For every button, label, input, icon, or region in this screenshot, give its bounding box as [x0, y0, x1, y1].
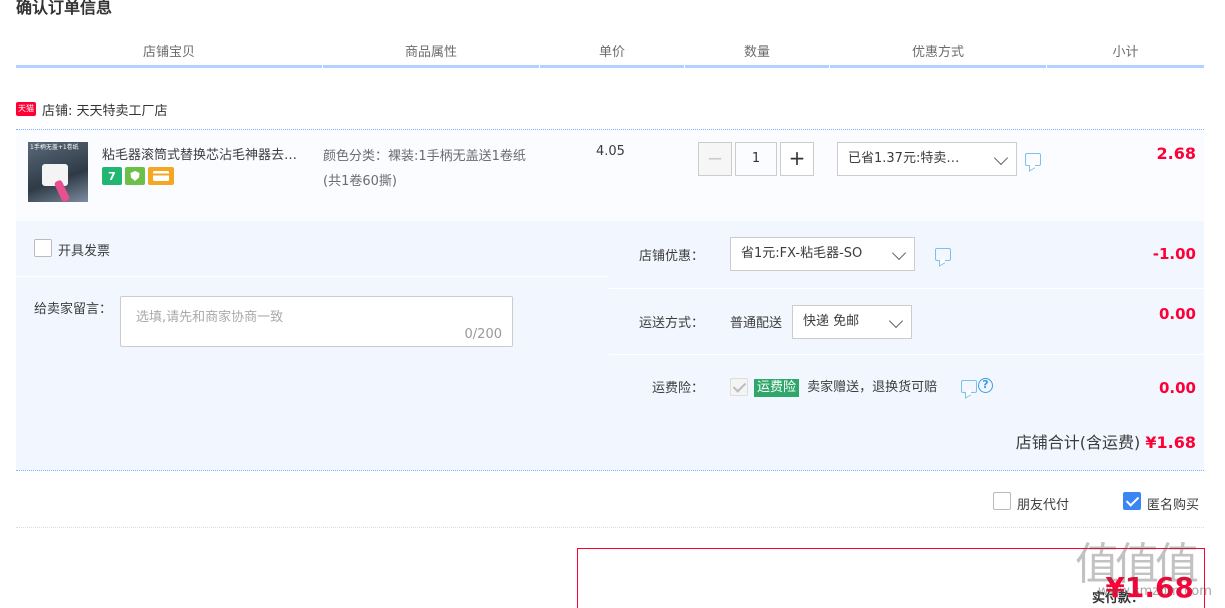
insurance-label: 运费险： [651, 381, 704, 396]
product-attributes: 颜色分类：裸装:1手柄无盖送1卷纸(共1卷60撕) [323, 149, 526, 189]
col-promo: 优惠方式 [830, 38, 1046, 68]
insurance-row: 运费险： 运费险 卖家赠送，退换货可赔 ? 0.00 [609, 355, 1204, 408]
col-unit-price: 单价 [540, 38, 684, 68]
shop-options: 店铺优惠： 省1元:FX-粘毛器-SO -1.00 运送方式： 普通配送 快递 … [609, 221, 1204, 408]
friend-pay-checkbox[interactable] [993, 492, 1011, 510]
payment-extras: 朋友代付 匿名购买 [16, 480, 1204, 528]
order-options-panel: 开具发票 给卖家留言： 选填,请先和商家协商一致 0/200 店铺优惠： 省1元… [16, 221, 1204, 471]
chat-icon[interactable] [935, 248, 951, 261]
friend-pay-label: 朋友代付 [1017, 498, 1070, 513]
seller-message-input[interactable]: 选填,请先和商家协商一致 0/200 [120, 296, 513, 347]
quantity-stepper: − 1 + [698, 142, 814, 176]
guarantee-icon[interactable] [125, 167, 145, 185]
shipping-value: 快递 免邮 [803, 314, 860, 329]
shop-discount-row: 店铺优惠： 省1元:FX-粘毛器-SO -1.00 [609, 221, 1204, 289]
shop-total-amount: ¥1.68 [1145, 433, 1196, 452]
shop-discount-amount: -1.00 [1152, 245, 1196, 263]
insurance-tag: 运费险 [754, 379, 800, 397]
chevron-down-icon [888, 313, 904, 329]
shop-name[interactable]: 店铺: 天天特卖工厂店 [42, 100, 168, 119]
col-shop-item: 店铺宝贝 [16, 38, 322, 68]
insurance-text: 卖家赠送，退换货可赔 [807, 380, 938, 395]
shipping-type: 普通配送 [730, 316, 783, 331]
invoice-row: 开具发票 [16, 221, 608, 277]
seven-day-return-icon[interactable]: 7 [102, 167, 122, 185]
message-label: 给卖家留言： [34, 302, 113, 317]
shop-discount-value: 省1元:FX-粘毛器-SO [741, 246, 863, 261]
chat-icon[interactable] [1025, 153, 1041, 166]
message-placeholder: 选填,请先和商家协商一致 [136, 310, 284, 325]
unit-price: 4.05 [596, 144, 625, 159]
credit-card-icon[interactable] [148, 167, 174, 185]
product-title[interactable]: 粘毛器滚筒式替换芯沾毛神器去… [102, 144, 322, 163]
thumbnail-caption: 1手柄无盖+1卷纸 [30, 144, 79, 151]
watermark-url: www.smzdm.com [1098, 584, 1212, 599]
product-thumbnail[interactable]: 1手柄无盖+1卷纸 [28, 142, 88, 202]
promo-select[interactable]: 已省1.37元:特卖… [837, 142, 1017, 176]
shop-total-label: 店铺合计(含运费) [1015, 433, 1141, 452]
chevron-down-icon [993, 150, 1009, 166]
anonymous-label: 匿名购买 [1147, 498, 1200, 513]
col-subtotal: 小计 [1047, 38, 1204, 68]
column-header: 店铺宝贝 商品属性 单价 数量 优惠方式 小计 [16, 38, 1204, 68]
insurance-amount: 0.00 [1158, 379, 1196, 397]
shop-discount-label: 店铺优惠： [638, 249, 704, 264]
invoice-label: 开具发票 [58, 244, 111, 259]
page-title: 确认订单信息 [16, 0, 113, 17]
message-char-count: 0/200 [464, 327, 502, 342]
shop-discount-select[interactable]: 省1元:FX-粘毛器-SO [730, 237, 915, 271]
invoice-checkbox[interactable] [34, 239, 52, 257]
tmall-icon: 天猫 [16, 102, 36, 116]
increase-quantity-button[interactable]: + [780, 142, 814, 176]
insurance-line: 运费险 卖家赠送，退换货可赔 [754, 376, 937, 397]
shipping-label: 运送方式： [638, 316, 704, 331]
shop-total: 店铺合计(含运费) ¥1.68 [1016, 429, 1196, 453]
shipping-row: 运送方式： 普通配送 快递 免邮 0.00 [609, 289, 1204, 355]
chat-icon[interactable] [961, 380, 977, 393]
help-icon[interactable]: ? [978, 378, 993, 393]
buyer-options: 开具发票 给卖家留言： 选填,请先和商家协商一致 0/200 [16, 221, 608, 408]
shipping-amount: 0.00 [1158, 305, 1196, 323]
col-quantity: 数量 [685, 38, 829, 68]
promo-select-value: 已省1.37元:特卖… [848, 151, 960, 166]
chevron-down-icon [891, 245, 907, 261]
insurance-checkbox [730, 378, 748, 396]
decrease-quantity-button[interactable]: − [698, 142, 732, 176]
shipping-select[interactable]: 快递 免邮 [792, 305, 912, 339]
col-attr: 商品属性 [323, 38, 539, 68]
item-subtotal: 2.68 [1156, 144, 1196, 163]
quantity-input[interactable]: 1 [735, 142, 777, 176]
shop-row: 天猫 店铺: 天天特卖工厂店 [16, 96, 168, 122]
watermark-logo: 值值值 [1075, 539, 1199, 590]
order-item: 1手柄无盖+1卷纸 粘毛器滚筒式替换芯沾毛神器去… 7 颜色分类：裸装:1手柄无… [16, 129, 1204, 221]
service-icons: 7 [102, 167, 174, 185]
anonymous-checkbox[interactable] [1123, 492, 1141, 510]
